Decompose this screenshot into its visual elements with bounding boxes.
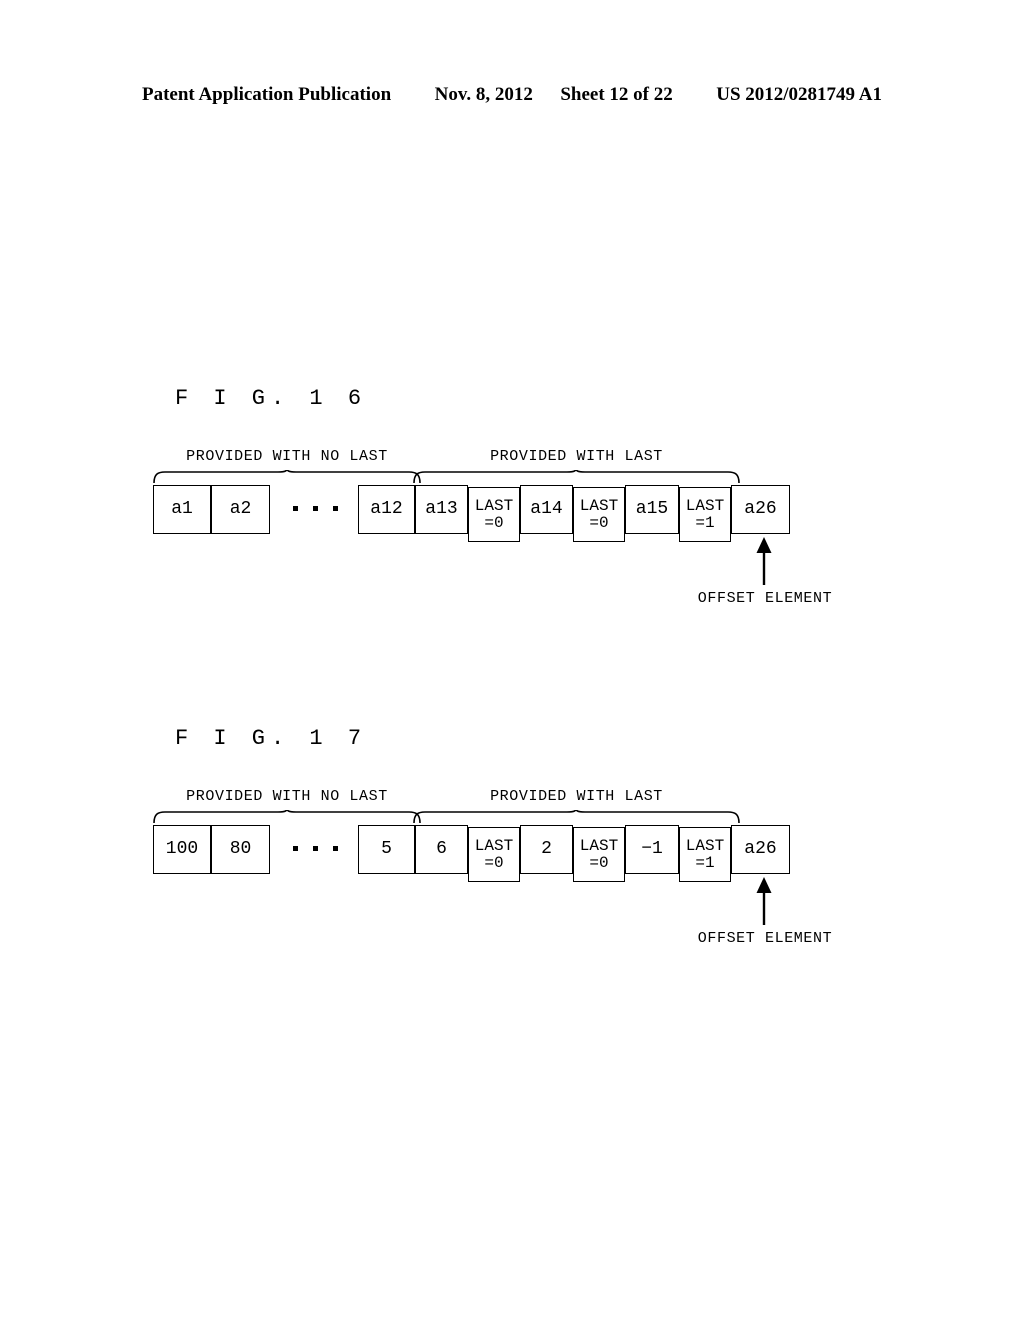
array-element-cell: a12 bbox=[358, 485, 415, 534]
last-flag-cell: LAST =0 bbox=[573, 827, 625, 882]
array-element-cell: a2 bbox=[211, 485, 270, 534]
figure-16-brace-left-label: PROVIDED WITH NO LAST bbox=[186, 448, 388, 465]
figure-16-brace-right-label: PROVIDED WITH LAST bbox=[490, 448, 663, 465]
header-date: Nov. 8, 2012 bbox=[434, 84, 533, 105]
last-flag-cell: LAST =1 bbox=[679, 487, 731, 542]
array-element-cell: a1 bbox=[153, 485, 211, 534]
figure-16-title: F I G. 1 6 bbox=[175, 386, 368, 411]
figure-16-offset-label: OFFSET ELEMENT bbox=[697, 590, 833, 607]
figure-17-title: F I G. 1 7 bbox=[175, 726, 368, 751]
figure-17-brace-left-label: PROVIDED WITH NO LAST bbox=[186, 788, 388, 805]
figure-17-offset-arrow-icon bbox=[755, 877, 773, 925]
figure-17-brace-right bbox=[413, 810, 740, 824]
page-header: Patent Application Publication Nov. 8, 2… bbox=[0, 84, 1024, 106]
header-sheet: Sheet 12 of 22 bbox=[560, 84, 673, 105]
array-element-cell: −1 bbox=[625, 825, 679, 874]
last-flag-cell: LAST =0 bbox=[468, 487, 520, 542]
last-flag-cell: LAST =0 bbox=[573, 487, 625, 542]
array-element-cell: 5 bbox=[358, 825, 415, 874]
header-doc-number: US 2012/0281749 A1 bbox=[716, 84, 882, 105]
figure-16-offset-arrow-icon bbox=[755, 537, 773, 585]
array-element-cell: 6 bbox=[415, 825, 468, 874]
array-element-cell: a13 bbox=[415, 485, 468, 534]
figure-17-brace-right-label: PROVIDED WITH LAST bbox=[490, 788, 663, 805]
array-element-cell: a14 bbox=[520, 485, 573, 534]
ellipsis-icon bbox=[293, 506, 341, 514]
array-element-cell: 2 bbox=[520, 825, 573, 874]
array-element-cell: a15 bbox=[625, 485, 679, 534]
figure-16-diagram: PROVIDED WITH NO LAST PROVIDED WITH LAST… bbox=[0, 448, 1024, 648]
header-publication: Patent Application Publication bbox=[142, 84, 392, 105]
figure-16-brace-right bbox=[413, 470, 740, 484]
figure-17-brace-left bbox=[153, 810, 421, 824]
ellipsis-icon bbox=[293, 846, 341, 854]
last-flag-cell: LAST =0 bbox=[468, 827, 520, 882]
array-element-cell: 80 bbox=[211, 825, 270, 874]
figure-17-offset-label: OFFSET ELEMENT bbox=[697, 930, 833, 947]
figure-16-brace-left bbox=[153, 470, 421, 484]
figure-17-diagram: PROVIDED WITH NO LAST PROVIDED WITH LAST… bbox=[0, 788, 1024, 988]
array-element-cell: a26 bbox=[731, 485, 790, 534]
array-element-cell: 100 bbox=[153, 825, 211, 874]
array-element-cell: a26 bbox=[731, 825, 790, 874]
last-flag-cell: LAST =1 bbox=[679, 827, 731, 882]
